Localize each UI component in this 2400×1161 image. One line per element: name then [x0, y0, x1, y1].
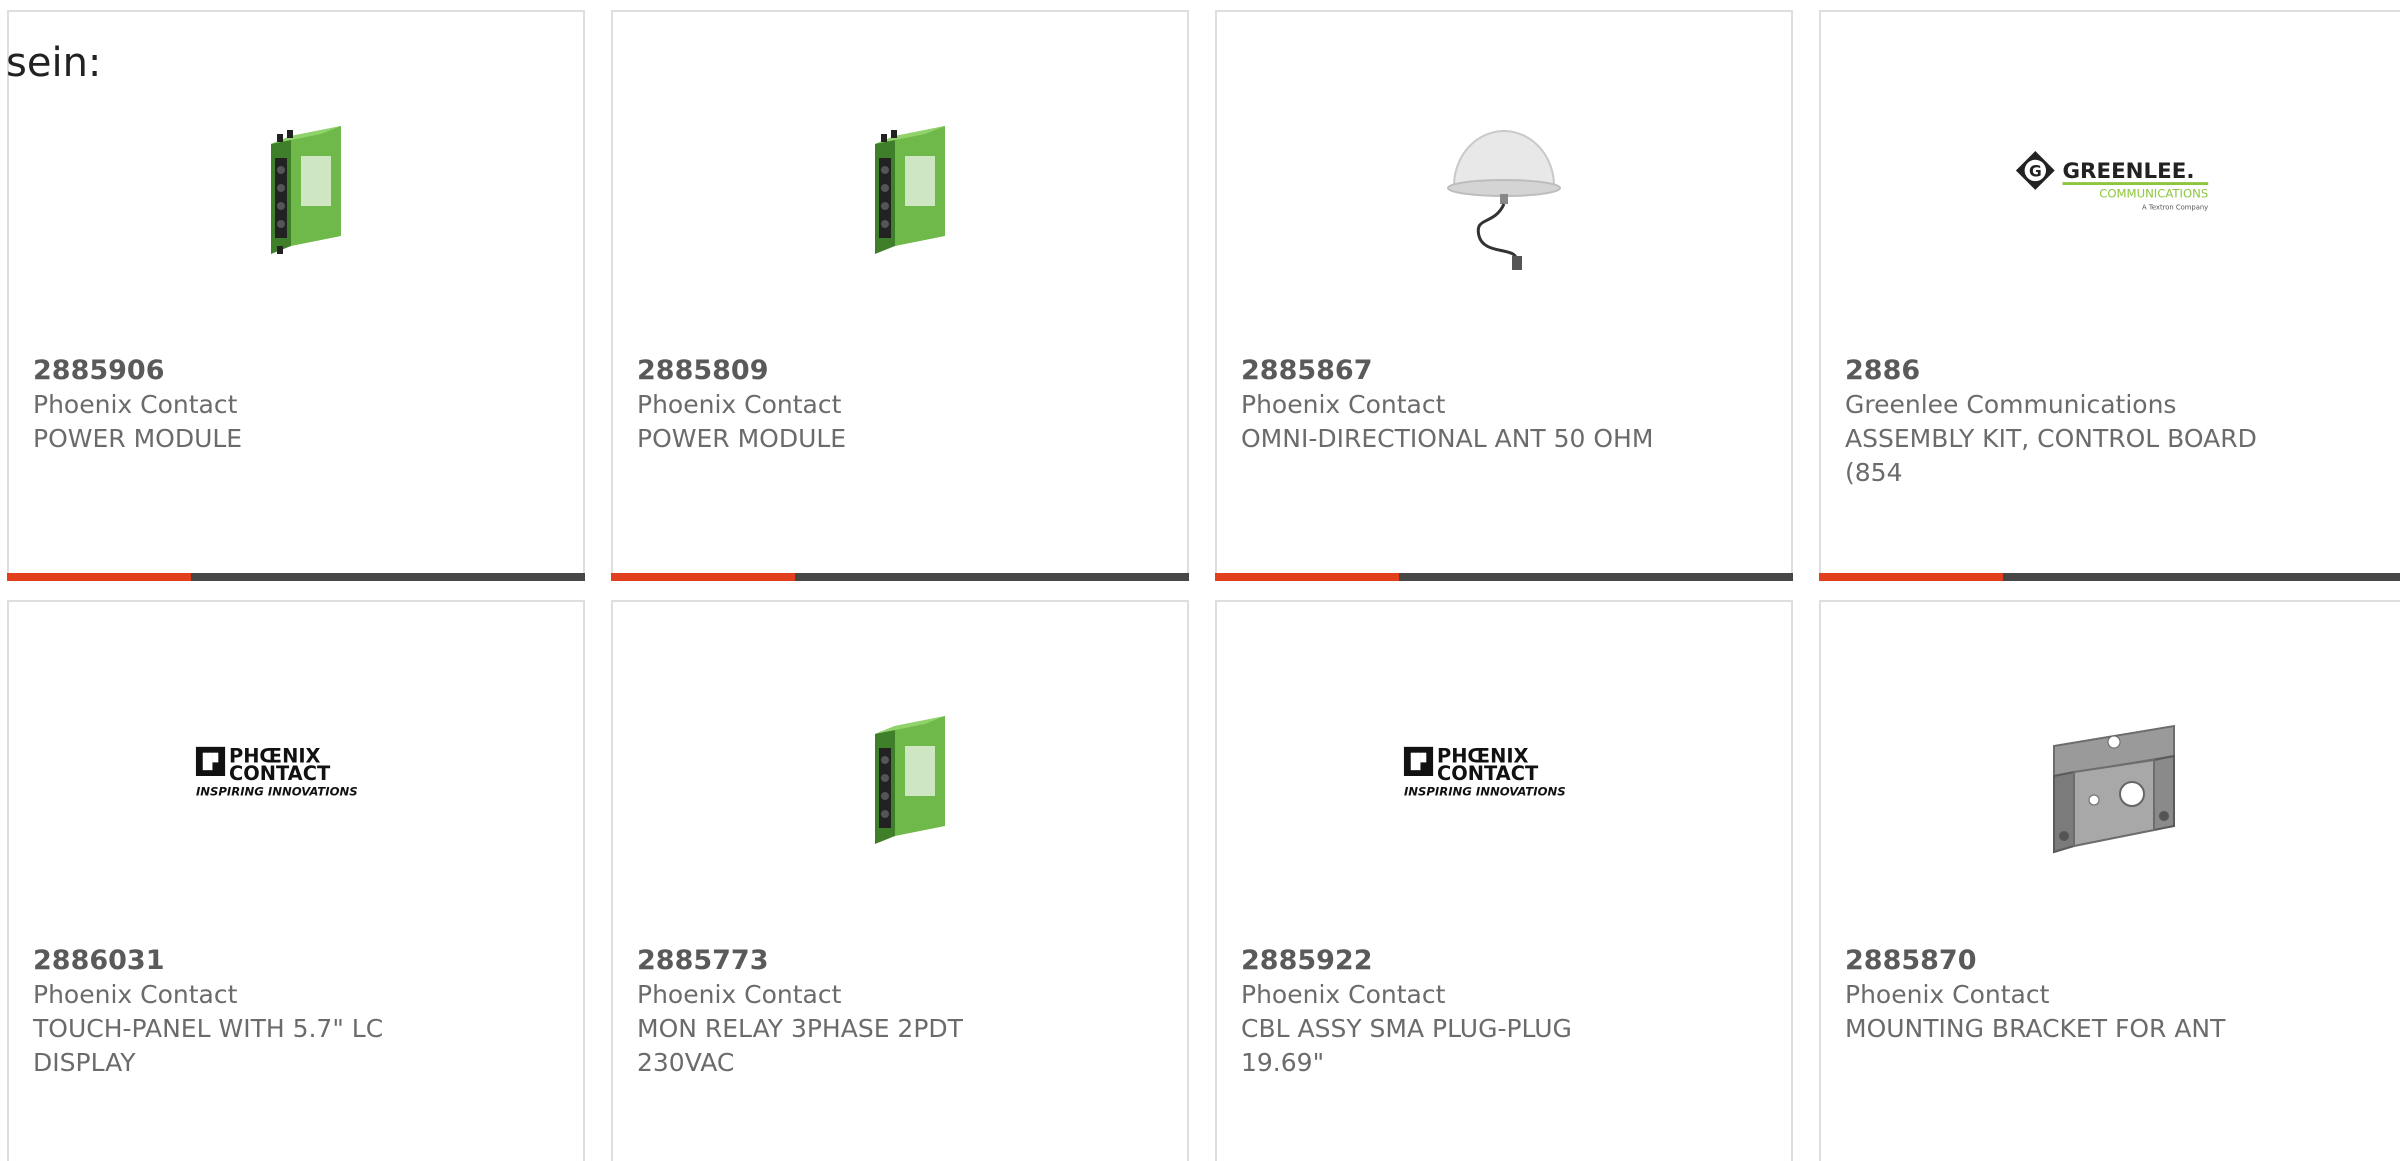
product-info: 2885906 Phoenix Contact POWER MODULE	[33, 354, 559, 456]
part-number[interactable]: 2886	[1845, 354, 2383, 388]
mounting-bracket-icon	[2053, 724, 2175, 854]
product-description: POWER MODULE	[33, 424, 243, 453]
product-image[interactable]: G GREENLEE. COMMUNICATIONS A Textron Com…	[2012, 84, 2216, 288]
product-description: MOUNTING BRACKET FOR ANT	[1845, 1014, 2226, 1043]
card-footer-bar	[1215, 573, 1793, 581]
product-image[interactable]	[798, 674, 1002, 878]
phoenix-line2: CONTACT	[1437, 762, 1539, 785]
manufacturer: Phoenix Contact	[637, 980, 842, 1009]
card-footer-bar	[611, 573, 1189, 581]
phoenix-contact-logo: PHŒNIX CONTACT INSPIRING INNOVATIONS	[195, 744, 358, 798]
phoenix-tagline: INSPIRING INNOVATIONS	[1404, 784, 1566, 798]
product-image[interactable]	[798, 84, 1002, 288]
product-image[interactable]	[1402, 84, 1606, 288]
product-info: 2886031 Phoenix Contact TOUCH-PANEL WITH…	[33, 944, 559, 1080]
product-card[interactable]: 2885870 Phoenix Contact MOUNTING BRACKET…	[1819, 600, 2400, 1161]
greenlee-logo: G GREENLEE. COMMUNICATIONS A Textron Com…	[2015, 151, 2209, 211]
manufacturer: Greenlee Communications	[1845, 390, 2177, 419]
part-number[interactable]: 2885906	[33, 354, 559, 388]
lead-text: sein:	[6, 40, 102, 86]
product-card[interactable]: 2885809 Phoenix Contact POWER MODULE	[611, 10, 1189, 581]
greenlee-name: GREENLEE.	[2063, 159, 2195, 184]
product-info: 2885867 Phoenix Contact OMNI-DIRECTIONAL…	[1241, 354, 1767, 456]
product-card[interactable]: 2885773 Phoenix Contact MON RELAY 3PHASE…	[611, 600, 1189, 1161]
part-number[interactable]: 2886031	[33, 944, 559, 978]
card-footer-bar	[7, 573, 585, 581]
greenlee-tag: A Textron Company	[2142, 203, 2208, 211]
product-description: ASSEMBLY KIT, CONTROL BOARD (854	[1845, 424, 2257, 487]
greenlee-sub: COMMUNICATIONS	[2099, 187, 2208, 201]
product-card[interactable]: 2885906 Phoenix Contact POWER MODULE	[7, 10, 585, 581]
product-info: 2885870 Phoenix Contact MOUNTING BRACKET…	[1845, 944, 2383, 1046]
product-description: OMNI-DIRECTIONAL ANT 50 OHM	[1241, 424, 1654, 453]
green-din-rail-module-icon	[875, 126, 945, 254]
part-number[interactable]: 2885867	[1241, 354, 1767, 388]
card-footer-bar	[1819, 573, 2400, 581]
product-info: 2886 Greenlee Communications ASSEMBLY KI…	[1845, 354, 2383, 490]
product-description: TOUCH-PANEL WITH 5.7" LC DISPLAY	[33, 1014, 384, 1077]
product-image[interactable]: PHŒNIX CONTACT INSPIRING INNOVATIONS	[194, 674, 398, 878]
manufacturer: Phoenix Contact	[33, 390, 238, 419]
manufacturer: Phoenix Contact	[637, 390, 842, 419]
greenlee-mark: G	[2029, 162, 2042, 180]
manufacturer: Phoenix Contact	[33, 980, 238, 1009]
green-din-rail-module-icon	[271, 126, 341, 254]
product-description: POWER MODULE	[637, 424, 847, 453]
product-info: 2885773 Phoenix Contact MON RELAY 3PHASE…	[637, 944, 1163, 1080]
product-card[interactable]: G GREENLEE. COMMUNICATIONS A Textron Com…	[1819, 10, 2400, 581]
card-accent-bar	[1819, 573, 2003, 581]
product-image[interactable]	[194, 84, 398, 288]
part-number[interactable]: 2885773	[637, 944, 1163, 978]
product-info: 2885809 Phoenix Contact POWER MODULE	[637, 354, 1163, 456]
part-number[interactable]: 2885922	[1241, 944, 1767, 978]
manufacturer: Phoenix Contact	[1241, 980, 1446, 1009]
manufacturer: Phoenix Contact	[1845, 980, 2050, 1009]
phoenix-tagline: INSPIRING INNOVATIONS	[196, 784, 358, 798]
product-image[interactable]: PHŒNIX CONTACT INSPIRING INNOVATIONS	[1402, 674, 1606, 878]
part-number[interactable]: 2885870	[1845, 944, 2383, 978]
product-card[interactable]: PHŒNIX CONTACT INSPIRING INNOVATIONS 288…	[7, 600, 585, 1161]
card-accent-bar	[7, 573, 191, 581]
card-accent-bar	[1215, 573, 1399, 581]
product-description: MON RELAY 3PHASE 2PDT 230VAC	[637, 1014, 963, 1077]
product-grid-page: sein: 2885906 Phoenix Contact POWER MODU…	[0, 0, 2400, 1161]
product-info: 2885922 Phoenix Contact CBL ASSY SMA PLU…	[1241, 944, 1767, 1080]
manufacturer: Phoenix Contact	[1241, 390, 1446, 419]
green-din-rail-module-icon	[875, 716, 945, 844]
product-image[interactable]	[2012, 674, 2216, 878]
product-description: CBL ASSY SMA PLUG-PLUG 19.69"	[1241, 1014, 1572, 1077]
card-accent-bar	[611, 573, 795, 581]
product-card[interactable]: 2885867 Phoenix Contact OMNI-DIRECTIONAL…	[1215, 10, 1793, 581]
phoenix-contact-logo: PHŒNIX CONTACT INSPIRING INNOVATIONS	[1403, 744, 1566, 798]
product-card[interactable]: PHŒNIX CONTACT INSPIRING INNOVATIONS 288…	[1215, 600, 1793, 1161]
part-number[interactable]: 2885809	[637, 354, 1163, 388]
dome-antenna-icon	[1447, 130, 1561, 270]
phoenix-line2: CONTACT	[229, 762, 331, 785]
